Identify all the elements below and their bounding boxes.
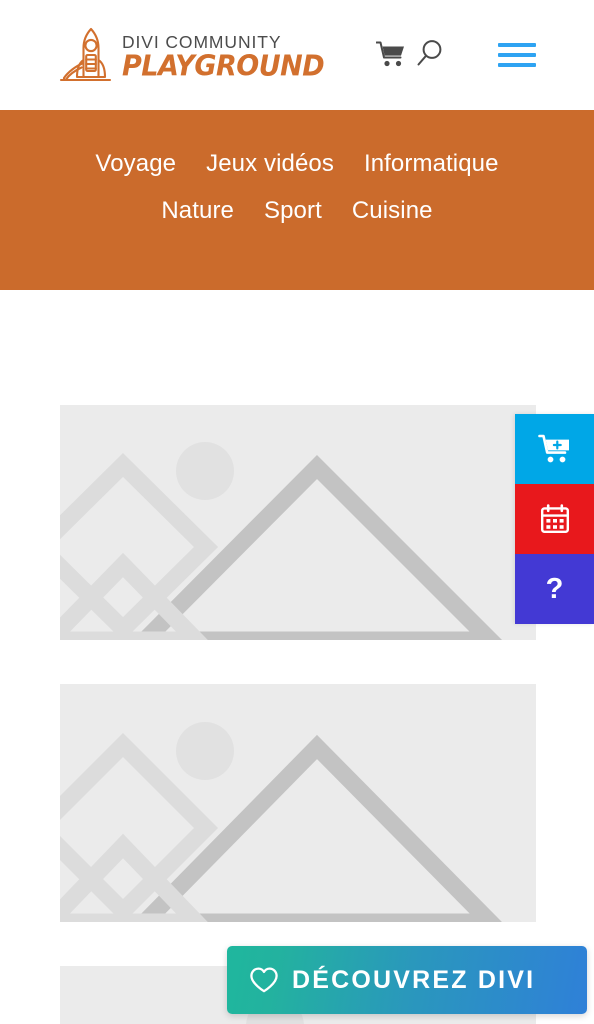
- image-placeholder-2: [60, 684, 536, 922]
- hamburger-menu-icon[interactable]: [498, 41, 536, 69]
- cart-icon-glyph: [375, 41, 404, 67]
- category-nav-row-1: Voyage Jeux vidéos Informatique: [0, 152, 594, 176]
- image-placeholder-graphic: [60, 405, 536, 640]
- category-nav: Voyage Jeux vidéos Informatique Nature S…: [0, 110, 594, 290]
- cart-plus-icon: [537, 434, 569, 463]
- heart-outline-icon: [250, 967, 278, 993]
- discover-divi-cta-button[interactable]: DÉCOUVREZ DIVI: [227, 946, 587, 1014]
- nav-item-nature[interactable]: Nature: [161, 199, 234, 223]
- site-header: DIVI COMMUNITY PLAYGROUND: [0, 0, 594, 110]
- hamburger-bar-1: [498, 43, 536, 47]
- logo-line-playground: PLAYGROUND: [122, 50, 325, 83]
- rocket-playground-logo-icon: [59, 27, 112, 82]
- nav-item-informatique[interactable]: Informatique: [364, 152, 499, 176]
- cta-label: DÉCOUVREZ DIVI: [292, 965, 536, 994]
- nav-item-jeux-videos[interactable]: Jeux vidéos: [206, 152, 334, 176]
- category-nav-row-2: Nature Sport Cuisine: [0, 199, 594, 223]
- calendar-icon: [540, 504, 569, 533]
- search-icon[interactable]: [416, 38, 446, 68]
- site-logo[interactable]: DIVI COMMUNITY PLAYGROUND: [58, 20, 325, 84]
- add-to-cart-button[interactable]: [515, 414, 594, 484]
- nav-item-sport[interactable]: Sport: [264, 199, 322, 223]
- hamburger-bar-2: [498, 53, 536, 57]
- logo-wordmark: DIVI COMMUNITY PLAYGROUND: [122, 32, 325, 84]
- hamburger-bar-3: [498, 63, 536, 67]
- header-icon-group: [364, 0, 594, 110]
- nav-item-voyage[interactable]: Voyage: [95, 152, 176, 176]
- nav-item-cuisine[interactable]: Cuisine: [352, 199, 433, 223]
- image-placeholder-1: [60, 405, 536, 640]
- help-button[interactable]: ?: [515, 554, 594, 624]
- question-mark-icon: ?: [545, 572, 564, 605]
- main-content: [0, 290, 594, 1024]
- image-placeholder-graphic: [60, 684, 536, 922]
- cart-icon[interactable]: [375, 40, 406, 68]
- search-icon-glyph: [417, 40, 442, 66]
- calendar-button[interactable]: [515, 484, 594, 554]
- floating-side-dock: ?: [515, 414, 594, 624]
- logo-line-community: DIVI COMMUNITY: [122, 32, 282, 53]
